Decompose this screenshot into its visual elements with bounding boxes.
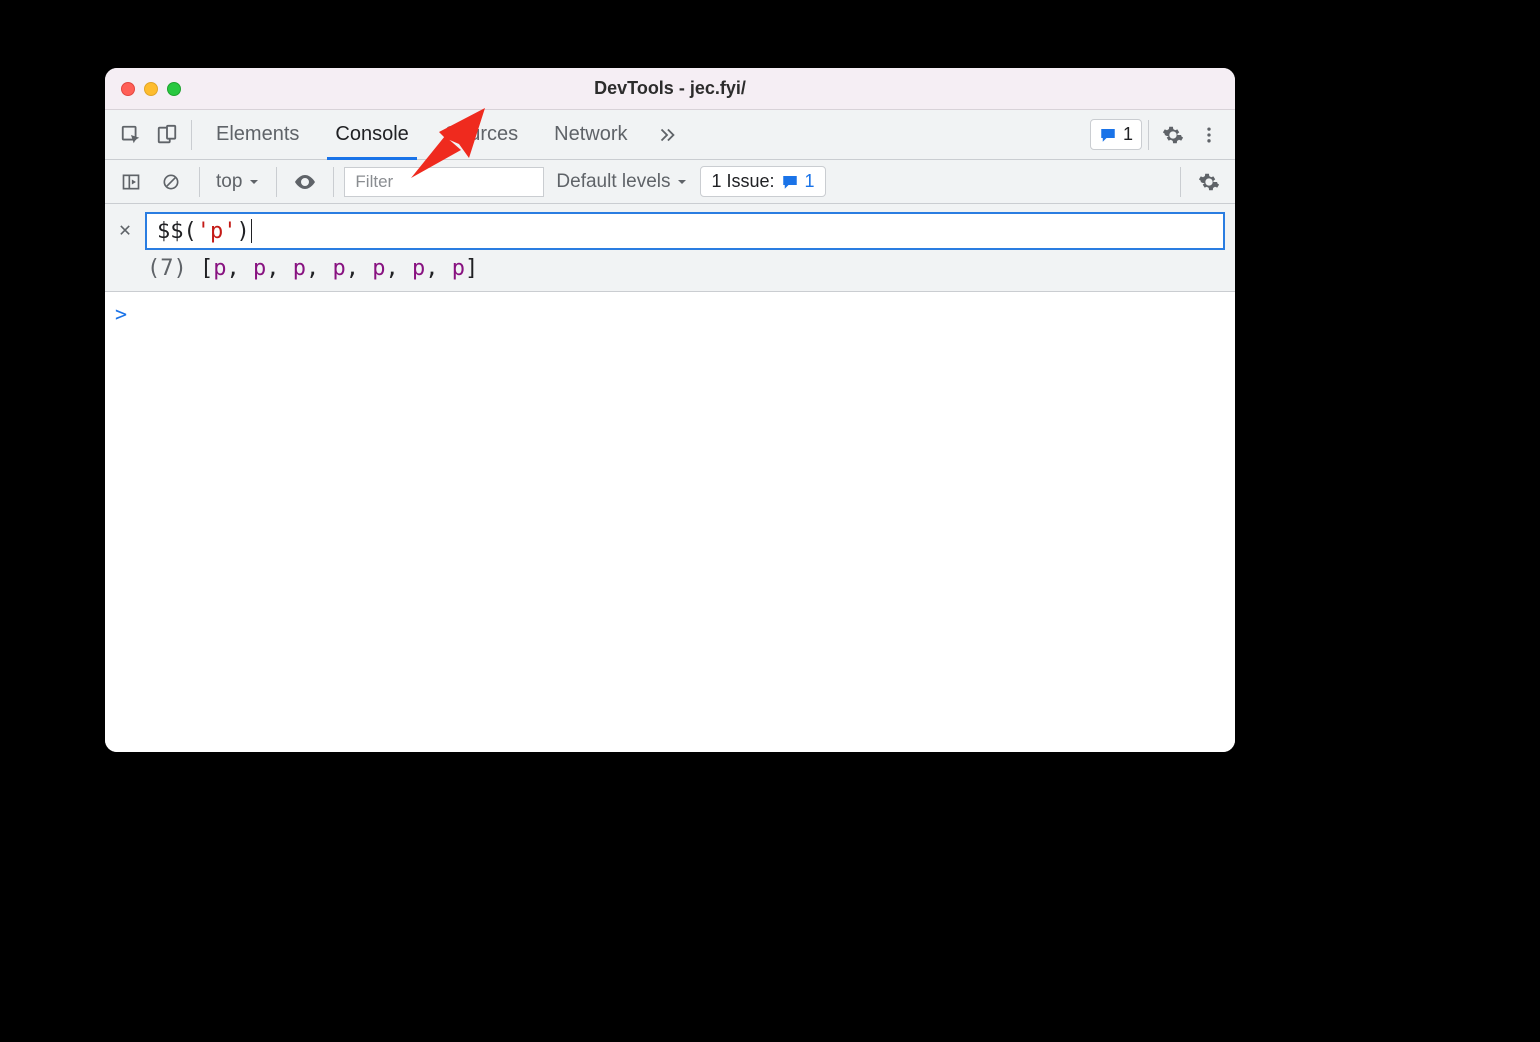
messages-count: 1 [1123, 124, 1133, 145]
preview-separator: , [386, 256, 413, 281]
divider [333, 167, 334, 197]
preview-separator: , [425, 256, 452, 281]
preview-element[interactable]: p [253, 256, 266, 281]
tab-sources[interactable]: Sources [427, 110, 536, 159]
live-expression-eye-icon[interactable] [287, 164, 323, 200]
divider [1148, 120, 1149, 150]
token-string: 'p' [197, 219, 237, 244]
divider [191, 120, 192, 150]
preview-length: (7) [147, 256, 187, 281]
preview-separator: , [306, 256, 333, 281]
close-expression-button[interactable]: ✕ [115, 212, 135, 246]
preview-separator: , [227, 256, 254, 281]
preview-separator: , [266, 256, 293, 281]
main-toolbar: Elements Console Sources Network 1 [105, 110, 1235, 160]
toolbar-left-group [113, 117, 185, 153]
log-levels-selector[interactable]: Default levels [548, 171, 696, 193]
expression-input[interactable]: $$('p') [145, 212, 1225, 250]
more-menu-icon[interactable] [1191, 117, 1227, 153]
preview-element[interactable]: p [452, 256, 465, 281]
preview-close-bracket: ] [465, 256, 478, 281]
preview-element[interactable]: p [213, 256, 226, 281]
tab-elements[interactable]: Elements [198, 110, 317, 159]
eager-eval-preview: (7) [p, p, p, p, p, p, p] [147, 256, 1225, 281]
issues-label: 1 Issue: [711, 171, 774, 192]
context-selector[interactable]: top [210, 169, 266, 195]
filter-input[interactable] [344, 167, 544, 197]
console-settings-icon[interactable] [1191, 164, 1227, 200]
token-paren-open: ( [184, 219, 197, 244]
message-icon [781, 173, 799, 191]
chevron-down-icon [676, 176, 688, 188]
chevron-down-icon [248, 176, 260, 188]
issues-chip[interactable]: 1 Issue: 1 [700, 166, 825, 197]
panel-tabs: Elements Console Sources Network [198, 110, 688, 159]
token-function: $$ [157, 219, 184, 244]
tabs-overflow-button[interactable] [646, 110, 688, 159]
divider [199, 167, 200, 197]
messages-chip[interactable]: 1 [1090, 119, 1142, 150]
window-minimize-button[interactable] [144, 82, 158, 96]
window-zoom-button[interactable] [167, 82, 181, 96]
window-close-button[interactable] [121, 82, 135, 96]
titlebar: DevTools - jec.fyi/ [105, 68, 1235, 110]
inspect-element-icon[interactable] [113, 117, 149, 153]
divider [1180, 167, 1181, 197]
preview-element[interactable]: p [412, 256, 425, 281]
eager-eval-section: ✕ $$('p') (7) [p, p, p, p, p, p, p] [105, 204, 1235, 292]
chevron-double-right-icon [656, 124, 678, 146]
console-sidebar-toggle-icon[interactable] [113, 164, 149, 200]
log-levels-label: Default levels [556, 171, 670, 193]
divider [276, 167, 277, 197]
message-icon [1099, 126, 1117, 144]
console-toolbar: top Default levels 1 Issue: 1 [105, 160, 1235, 204]
window-title: DevTools - jec.fyi/ [105, 78, 1235, 99]
settings-icon[interactable] [1155, 117, 1191, 153]
window-controls [121, 82, 181, 96]
text-cursor [251, 219, 252, 243]
preview-element[interactable]: p [372, 256, 385, 281]
prompt-chevron: > [115, 302, 127, 326]
preview-element[interactable]: p [293, 256, 306, 281]
device-toggle-icon[interactable] [149, 117, 185, 153]
context-value: top [216, 171, 242, 193]
issues-count: 1 [805, 171, 815, 192]
tab-console[interactable]: Console [317, 110, 426, 159]
console-prompt[interactable]: > [115, 302, 1225, 326]
token-paren-close: ) [237, 219, 250, 244]
console-output[interactable]: > [105, 292, 1235, 752]
preview-element[interactable]: p [333, 256, 346, 281]
preview-separator: , [346, 256, 373, 281]
devtools-window: DevTools - jec.fyi/ Elements Console Sou… [105, 68, 1235, 752]
preview-open-bracket: [ [200, 256, 213, 281]
tab-network[interactable]: Network [536, 110, 645, 159]
clear-console-icon[interactable] [153, 164, 189, 200]
